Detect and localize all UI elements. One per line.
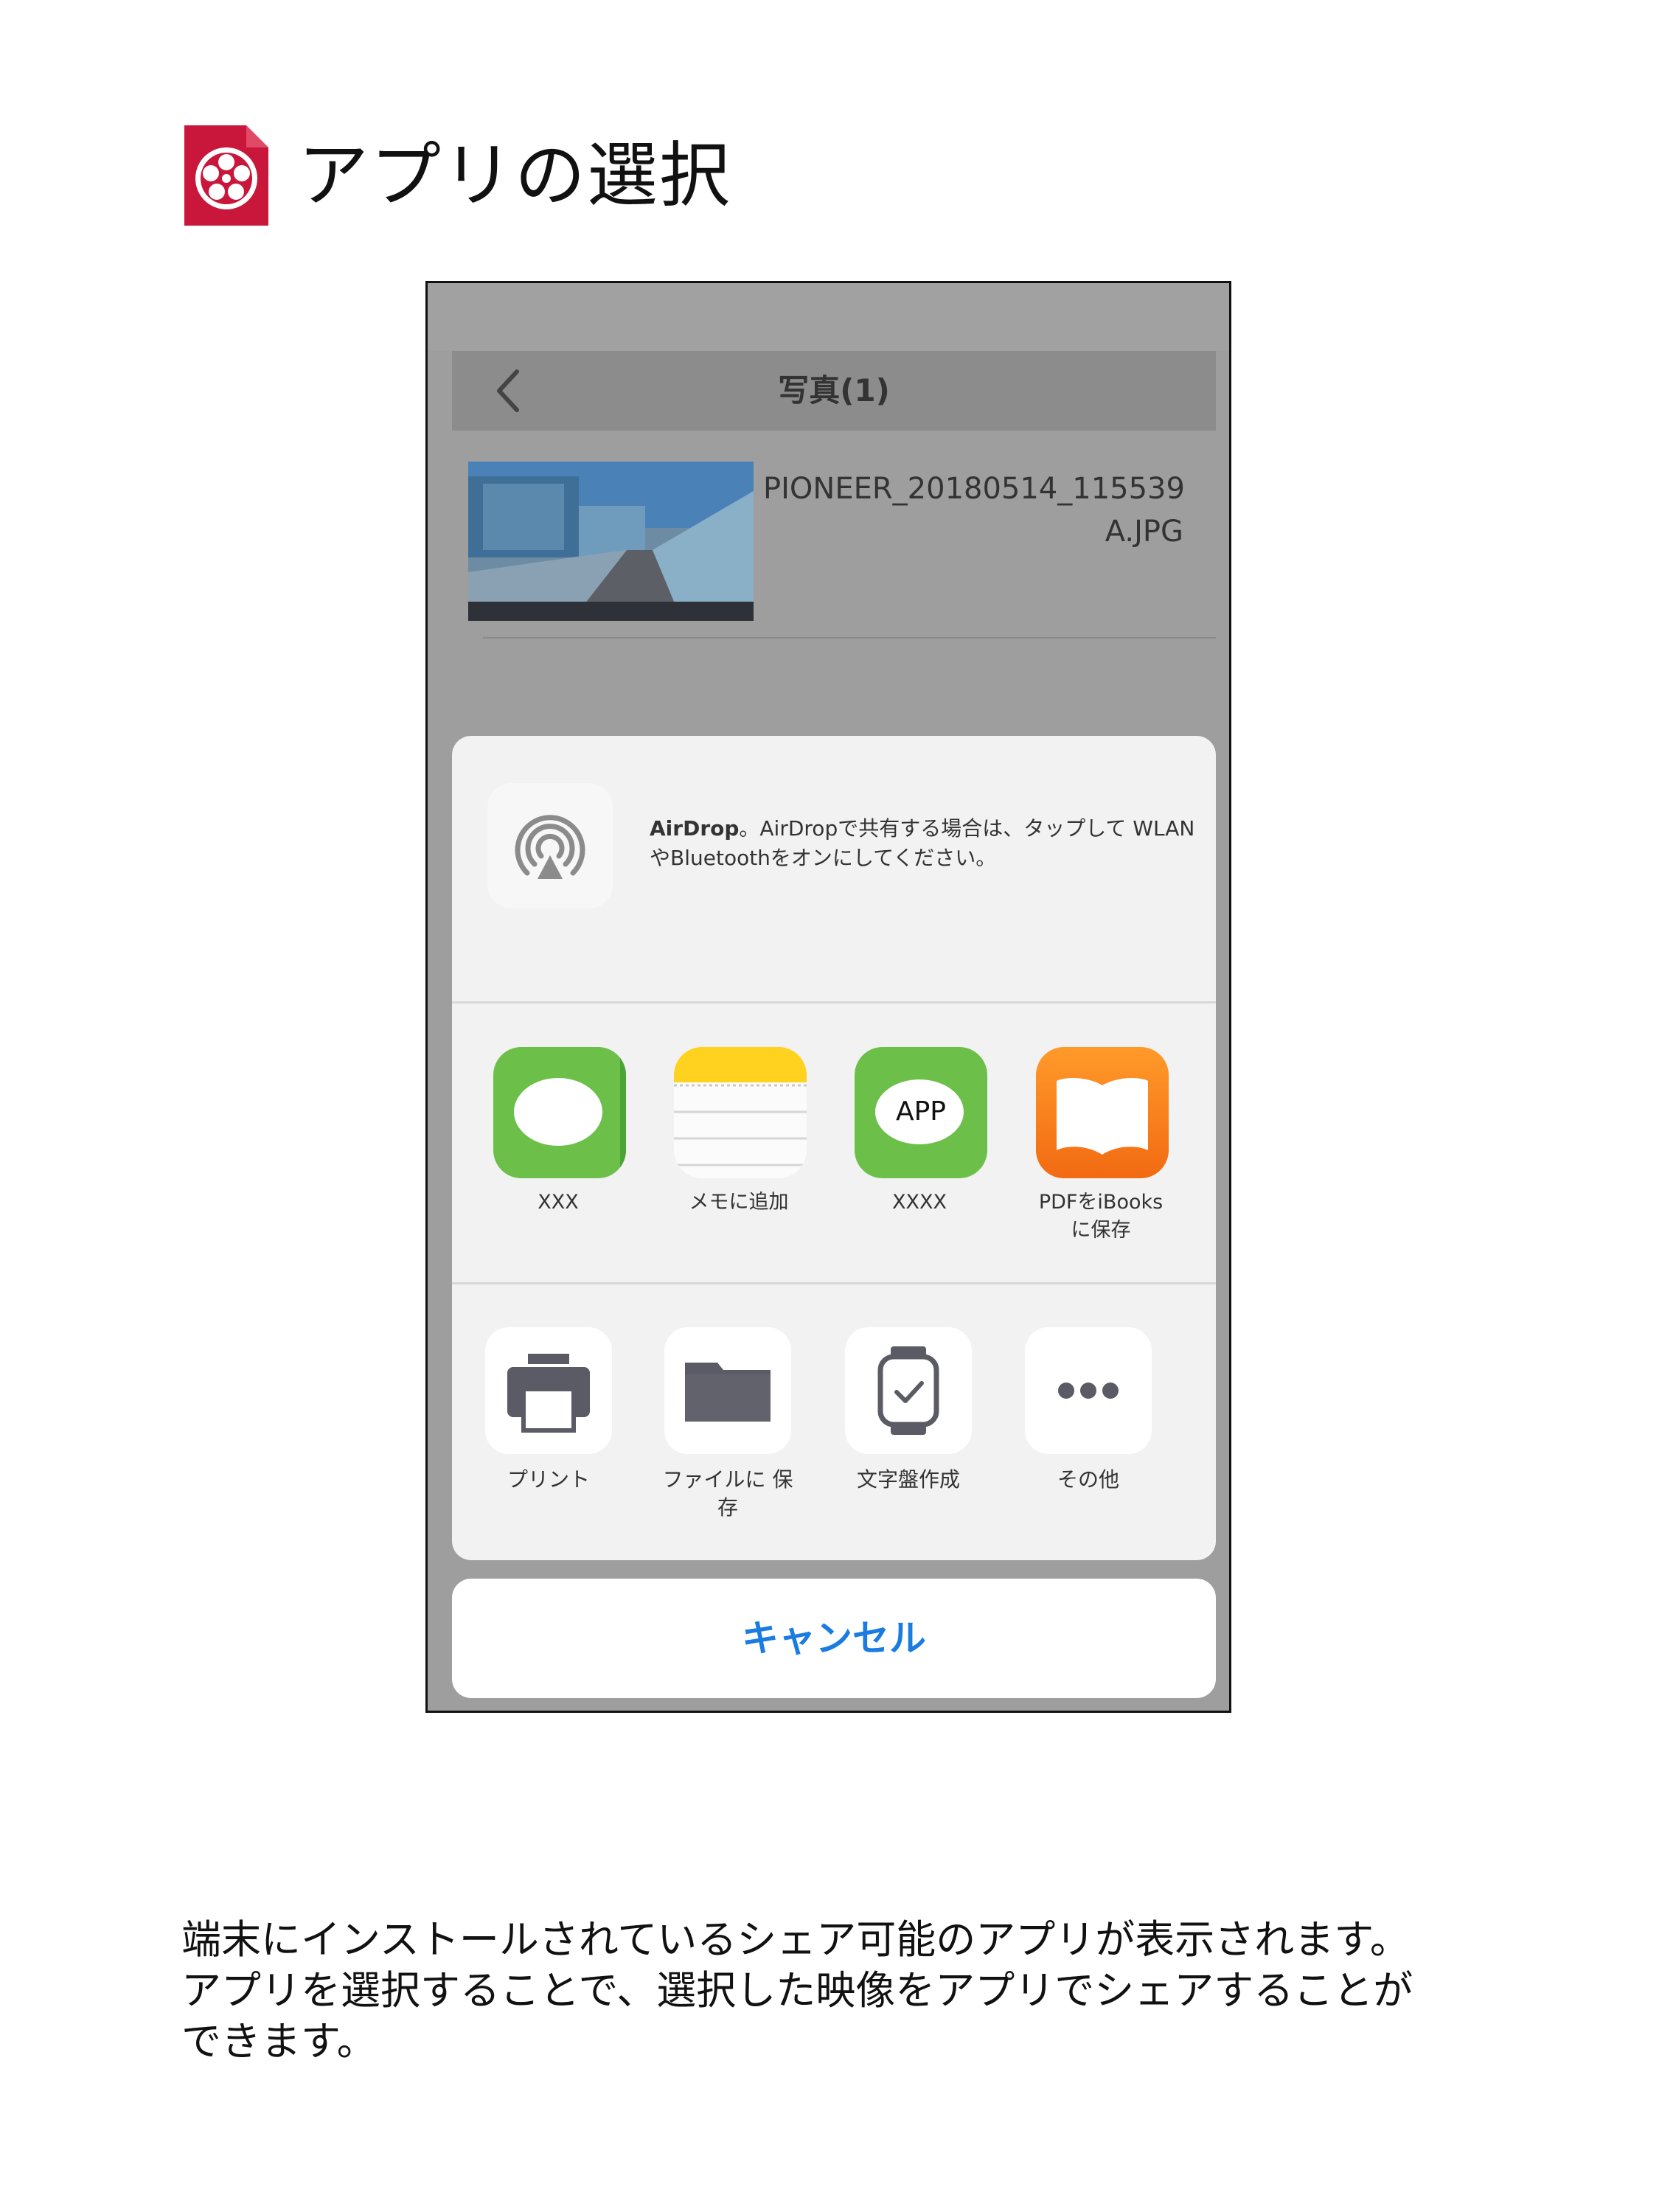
airdrop-description: AirDrop。AirDropで共有する場合は、タップして WLANやBluet… (650, 814, 1195, 873)
nav-title: 写真(1) (778, 372, 890, 408)
page-title: アプリの選択 (298, 134, 731, 217)
message-bubble-icon[interactable] (493, 1047, 626, 1178)
ibooks-icon[interactable] (1036, 1047, 1169, 1178)
airdrop-section[interactable]: AirDrop。AirDropで共有する場合は、タップして WLANやBluet… (452, 736, 1216, 1001)
app-label: メモに追加 (689, 1191, 789, 1214)
app-bubble-icon[interactable]: APP (855, 1047, 987, 1178)
action-label: ファイルに 保存 (662, 1467, 793, 1520)
share-sheet: AirDrop。AirDropで共有する場合は、タップして WLANやBluet… (452, 736, 1216, 1560)
action-label: プリント (507, 1467, 590, 1492)
cancel-button[interactable]: キャンセル (452, 1579, 1216, 1698)
action-label: その他 (1057, 1467, 1119, 1492)
sheet-divider (452, 1001, 1216, 1004)
description-line: アプリを選択することで、選択した映像をアプリでシェアすることが (181, 1967, 1413, 2014)
folder-icon[interactable] (664, 1327, 791, 1454)
file-name-line: PIONEER_20180514_115539 (763, 472, 1185, 506)
action-label: 文字盤作成 (856, 1467, 960, 1492)
app-label: PDFをiBooks に保存 (1038, 1191, 1164, 1242)
list-divider (483, 637, 1216, 639)
app-label: XXXX (892, 1191, 947, 1214)
app-label: XXX (538, 1191, 579, 1214)
description-line: できます。 (181, 2018, 377, 2065)
apps-row: XXX メモに追加 APP XXXX PDFをiBooks に保存 (452, 1004, 1216, 1282)
more-icon[interactable] (1025, 1327, 1152, 1454)
airdrop-title: AirDrop (650, 816, 740, 841)
file-name: PIONEER_20180514_115539 A.JPG (763, 467, 1185, 553)
airdrop-icon[interactable] (487, 783, 613, 908)
app-badge-text: APP (895, 1096, 947, 1127)
description-text: 端末にインストールされているシェア可能のアプリが表示されます。 アプリを選択する… (181, 1914, 1553, 2067)
status-bar-area (428, 283, 1229, 351)
file-list-item[interactable]: PIONEER_20180514_115539 A.JPG (468, 462, 1216, 633)
phone-screenshot: 写真(1) PIONEER_20180514_115539 A.JPG AirD… (425, 281, 1231, 1713)
file-name-line: A.JPG (1105, 515, 1183, 549)
printer-icon[interactable] (485, 1327, 612, 1454)
page-heading: アプリの選択 (184, 124, 731, 227)
photo-thumbnail (468, 462, 754, 621)
notes-icon[interactable] (674, 1047, 807, 1178)
watch-icon[interactable] (845, 1327, 972, 1454)
description-line: 端末にインストールされているシェア可能のアプリが表示されます。 (181, 1916, 1410, 1963)
navigation-bar: 写真(1) (452, 351, 1216, 431)
actions-row: プリント ファイルに 保存 文字盤作成 その他 (452, 1284, 1216, 1560)
logo-icon (184, 125, 268, 226)
